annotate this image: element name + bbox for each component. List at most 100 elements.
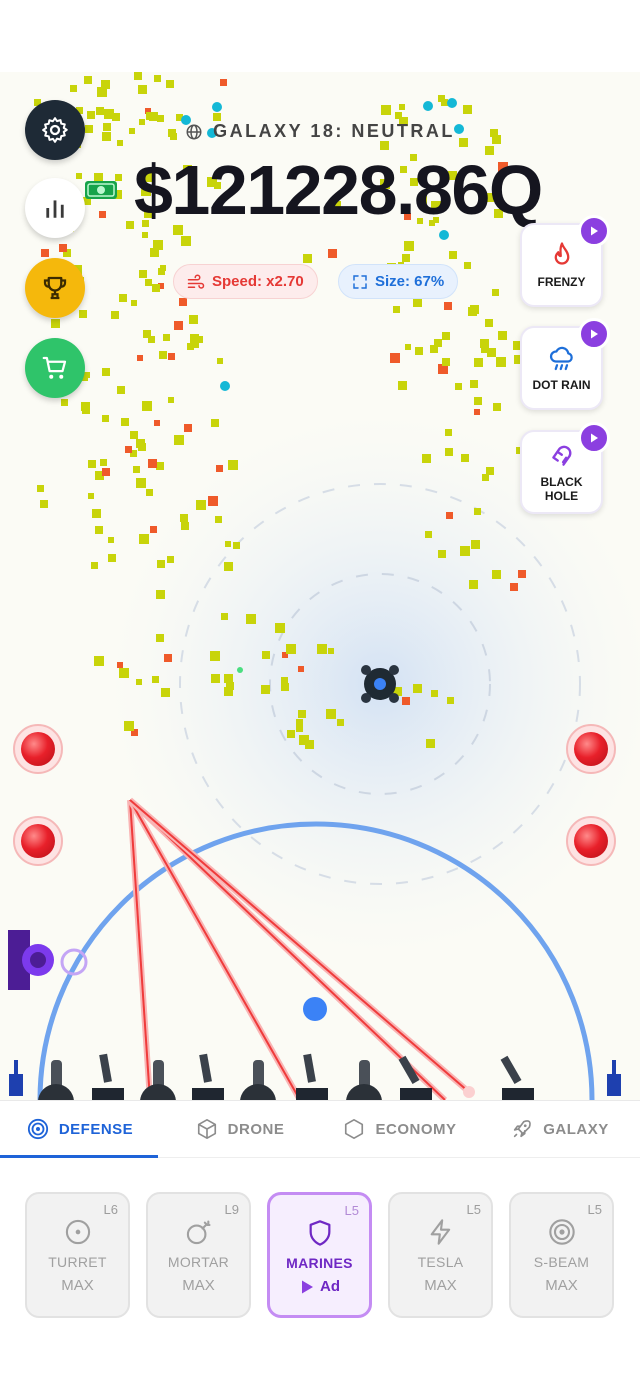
enemy-dot — [215, 516, 222, 523]
enemy-dot — [76, 173, 82, 179]
game-screen: GALAXY 18: NEUTRAL $121228.86Q Speed: x2… — [0, 0, 640, 1387]
enemy-dot — [469, 580, 478, 589]
enemy-dot — [399, 104, 405, 110]
enemy-dot — [180, 514, 188, 522]
tab-economy[interactable]: ECONOMY — [320, 1101, 480, 1157]
upgrade-status: MAX — [61, 1277, 94, 1294]
tab-economy-label: ECONOMY — [375, 1120, 457, 1138]
enemy-dot — [328, 249, 337, 258]
enemy-dot — [305, 740, 314, 749]
upgrade-tesla[interactable]: L5 TESLA MAX — [388, 1192, 493, 1318]
enemy-dot — [87, 111, 95, 119]
powerup-black-hole[interactable]: BLACK HOLE — [520, 422, 610, 514]
enemy-dot — [474, 397, 482, 405]
achievements-button[interactable] — [25, 258, 85, 318]
enemy-dot — [402, 697, 410, 705]
enemy-dot — [296, 725, 303, 732]
enemy-dot — [102, 368, 110, 376]
upgrade-mortar[interactable]: L9 MORTAR MAX — [146, 1192, 251, 1318]
upgrade-level: L5 — [587, 1202, 602, 1217]
enemy-dot — [398, 381, 407, 390]
tab-drone[interactable]: DRONE — [160, 1101, 320, 1157]
enemy-dot — [447, 697, 454, 704]
enemy-dot — [211, 674, 220, 683]
enemy-dot — [154, 420, 160, 426]
enemy-dot — [296, 719, 303, 726]
enemy-dot — [117, 662, 123, 668]
upgrade-s-beam[interactable]: L5 S-BEAM MAX — [509, 1192, 614, 1318]
enemy-dot — [449, 251, 457, 259]
enemy-dot — [150, 526, 157, 533]
enemy-dot — [328, 648, 334, 654]
turret-icon — [65, 1219, 90, 1245]
red-mine-right-top[interactable] — [566, 724, 616, 774]
enemy-dot — [426, 739, 435, 748]
speed-stat: Speed: x2.70 — [173, 264, 318, 299]
enemy-dot — [298, 710, 306, 718]
enemy-dot — [95, 526, 103, 534]
enemy-dot — [464, 262, 471, 269]
enemy-dot — [261, 685, 270, 694]
enemy-dot — [415, 347, 423, 355]
enemy-dot — [413, 298, 422, 307]
red-mine-left-bottom[interactable] — [13, 816, 63, 866]
enemy-dot — [136, 439, 145, 448]
enemy-dot — [134, 72, 142, 80]
stats-button[interactable] — [25, 178, 85, 238]
red-mine-right-bottom[interactable] — [566, 816, 616, 866]
money-value: $121228.86Q — [134, 151, 543, 229]
enemy-dot — [470, 380, 478, 388]
enemy-dot — [121, 418, 129, 426]
shop-button[interactable] — [25, 338, 85, 398]
upgrade-status: MAX — [545, 1277, 578, 1294]
target-icon — [27, 1118, 48, 1140]
enemy-dot — [395, 112, 402, 119]
upgrade-marines[interactable]: L5 MARINES Ad — [267, 1192, 372, 1318]
upgrade-status-text: Ad — [320, 1278, 340, 1295]
enemy-dot — [221, 613, 228, 620]
enemy-dot — [59, 244, 67, 252]
play-ad-icon[interactable] — [578, 215, 610, 247]
enemy-dot — [493, 403, 501, 411]
enemy-dot — [91, 562, 98, 569]
enemy-dot — [164, 654, 172, 662]
enemy-dot — [139, 534, 149, 544]
enemy-dot — [168, 397, 174, 403]
powerup-dot-rain[interactable]: DOT RAIN — [520, 318, 610, 410]
red-mine-left-top[interactable] — [13, 724, 63, 774]
enemy-dot — [61, 399, 68, 406]
enemy-dot — [438, 550, 446, 558]
enemy-dot — [88, 460, 96, 468]
enemy-dot — [485, 319, 493, 327]
powerup-frenzy[interactable]: FRENZY — [520, 215, 610, 307]
enemy-dot — [184, 424, 192, 432]
enemy-dot — [281, 683, 289, 691]
tab-galaxy[interactable]: GALAXY — [480, 1101, 640, 1157]
enemy-dot — [381, 105, 391, 115]
enemy-dot — [88, 493, 94, 499]
flame-icon — [554, 242, 569, 265]
enemy-dot — [224, 562, 233, 571]
enemy-dot — [84, 76, 92, 84]
enemy-dot — [79, 310, 87, 318]
tab-defense[interactable]: DEFENSE — [0, 1101, 160, 1158]
tab-defense-label: DEFENSE — [58, 1120, 134, 1138]
enemy-dot — [181, 522, 189, 530]
enemy-dot — [112, 113, 120, 121]
enemy-dot — [228, 460, 238, 470]
upgrade-turret[interactable]: L6 TURRET MAX — [25, 1192, 130, 1318]
play-ad-icon[interactable] — [578, 422, 610, 454]
enemy-dot — [189, 315, 198, 324]
play-ad-icon[interactable] — [578, 318, 610, 350]
trophy-icon — [43, 276, 67, 300]
enemy-dot — [146, 112, 154, 120]
enemy-dot — [96, 107, 104, 115]
powerup-black-hole-label: BLACK HOLE — [540, 475, 583, 503]
enemy-dot — [40, 500, 48, 508]
upgrade-name: MORTAR — [167, 1254, 230, 1270]
upgrade-status: MAX — [424, 1277, 457, 1294]
rocket-icon — [514, 1120, 532, 1138]
enemy-dot — [492, 289, 499, 296]
enemy-dot — [281, 677, 288, 684]
enemy-dot — [51, 319, 60, 328]
